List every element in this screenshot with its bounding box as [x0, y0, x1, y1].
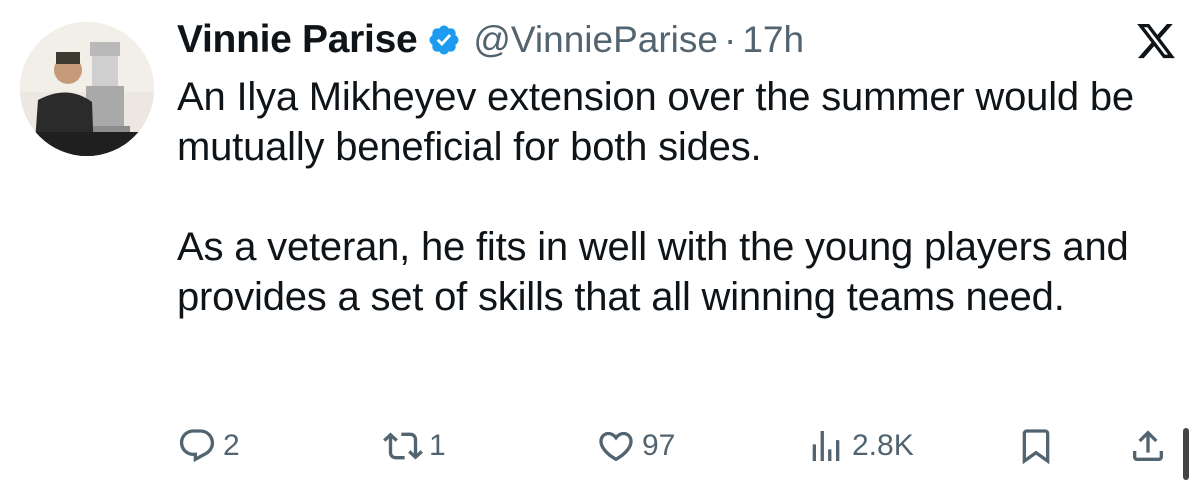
x-logo-icon: [1135, 20, 1177, 62]
views-button[interactable]: 2.8K: [806, 420, 914, 472]
avatar[interactable]: [20, 22, 154, 156]
heart-icon: [596, 426, 636, 466]
tweet-paragraph-1: An Ilya Mikheyev extension over the summ…: [177, 75, 1134, 169]
bookmark-icon: [1016, 426, 1056, 466]
like-count: 97: [642, 429, 676, 462]
repost-icon: [383, 426, 423, 466]
repost-button[interactable]: 1: [383, 420, 446, 472]
action-bar: 2 1 97 2.8K: [0, 420, 1199, 472]
reply-button[interactable]: 2: [177, 420, 240, 472]
reply-icon: [177, 426, 217, 466]
views-count: 2.8K: [852, 429, 914, 462]
views-chart-icon: [806, 426, 846, 466]
like-button[interactable]: 97: [596, 420, 675, 472]
share-button[interactable]: [1128, 420, 1168, 472]
tweet-paragraph-2: As a veteran, he fits in well with the y…: [177, 225, 1129, 319]
verified-badge-icon[interactable]: [427, 23, 461, 57]
bookmark-button[interactable]: [1016, 420, 1056, 472]
user-handle[interactable]: @VinnieParise: [473, 19, 718, 61]
share-icon: [1128, 426, 1168, 466]
separator-dot: ·: [723, 19, 737, 60]
tweet-header: Vinnie Parise @VinnieParise · 17h: [177, 16, 804, 64]
tweet-text: An Ilya Mikheyev extension over the summ…: [177, 72, 1177, 322]
repost-count: 1: [429, 429, 446, 462]
scrollbar[interactable]: [1183, 428, 1189, 480]
reply-count: 2: [223, 429, 240, 462]
display-name[interactable]: Vinnie Parise: [177, 18, 418, 62]
timestamp[interactable]: 17h: [742, 19, 804, 61]
